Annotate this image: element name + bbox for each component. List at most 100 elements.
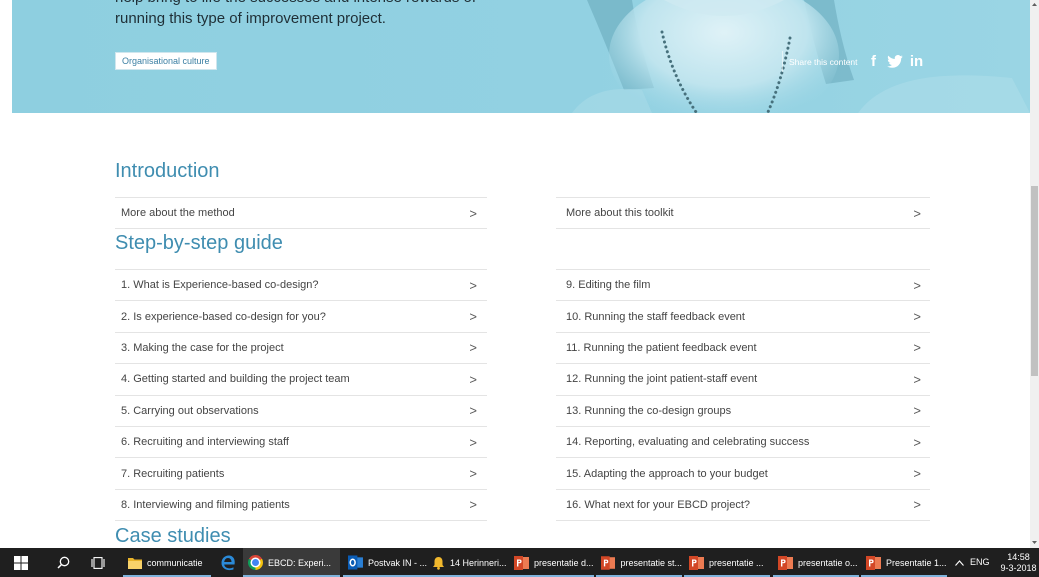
taskbar-item-powerpoint-4[interactable]: presentatie o... xyxy=(773,548,859,577)
hero-banner: help bring to life the successes and int… xyxy=(12,0,1030,113)
vertical-scrollbar[interactable] xyxy=(1030,0,1039,548)
chevron-up-icon xyxy=(954,559,964,566)
chevron-right-icon: > xyxy=(469,340,477,356)
intro-link-method[interactable]: More about the method > xyxy=(115,197,487,228)
link-label: 3. Making the case for the project xyxy=(121,341,284,354)
show-hidden-icons-button[interactable] xyxy=(952,548,966,577)
taskbar-item-file-explorer[interactable]: communicatie xyxy=(123,548,211,577)
powerpoint-icon xyxy=(778,555,793,570)
guide-link-8[interactable]: 8. Interviewing and filming patients > xyxy=(115,488,487,520)
taskbar-item-label: presentatie st... xyxy=(620,557,682,568)
guide-link-6[interactable]: 6. Recruiting and interviewing staff > xyxy=(115,425,487,457)
edge-icon xyxy=(221,555,235,571)
facebook-icon[interactable]: f xyxy=(868,53,880,71)
task-view-button[interactable] xyxy=(82,548,114,577)
link-label: 4. Getting started and building the proj… xyxy=(121,373,350,386)
hero-intro-text: help bring to life the successes and int… xyxy=(115,0,476,8)
tag-organisational-culture[interactable]: Organisational culture xyxy=(115,52,217,70)
guide-link-5[interactable]: 5. Carrying out observations > xyxy=(115,394,487,426)
scrollbar-thumb[interactable] xyxy=(1031,186,1038,376)
link-label: 8. Interviewing and filming patients xyxy=(121,498,290,511)
link-label: 5. Carrying out observations xyxy=(121,404,259,417)
input-language[interactable]: ENG xyxy=(970,548,990,577)
link-column-left: More about the method > xyxy=(115,197,487,229)
guide-link-13[interactable]: 13. Running the co-design groups > xyxy=(556,394,930,426)
chevron-right-icon: > xyxy=(469,497,477,513)
introduction-links: More about the method > More about this … xyxy=(115,197,930,229)
outlook-icon xyxy=(348,555,363,570)
section-title-case-studies: Case studies xyxy=(115,525,231,547)
chevron-right-icon: > xyxy=(913,371,921,387)
guide-link-7[interactable]: 7. Recruiting patients > xyxy=(115,457,487,488)
intro-link-toolkit[interactable]: More about this toolkit > xyxy=(556,197,930,228)
scroll-up-icon[interactable] xyxy=(1030,0,1039,9)
link-label: 10. Running the staff feedback event xyxy=(566,310,745,323)
chevron-right-icon: > xyxy=(913,277,921,293)
powerpoint-icon xyxy=(514,555,529,570)
chevron-right-icon: > xyxy=(913,309,921,325)
chevron-right-icon: > xyxy=(913,434,921,450)
scroll-down-icon[interactable] xyxy=(1030,538,1039,547)
browser-viewport: help bring to life the successes and int… xyxy=(0,0,1030,548)
guide-link-1[interactable]: 1. What is Experience-based co-design? > xyxy=(115,269,487,300)
guide-link-4[interactable]: 4. Getting started and building the proj… xyxy=(115,363,487,394)
link-label: 16. What next for your EBCD project? xyxy=(566,498,751,511)
guide-link-15[interactable]: 15. Adapting the approach to your budget… xyxy=(556,457,930,488)
linkedin-icon[interactable]: in xyxy=(907,53,927,71)
taskbar-item-powerpoint-3[interactable]: presentatie ... xyxy=(684,548,770,577)
clock-time: 14:58 xyxy=(1007,552,1030,562)
link-column-right: 9. Editing the film > 10. Running the sta… xyxy=(556,269,930,522)
taskbar-item-reminders[interactable]: 14 Herinneri... xyxy=(427,548,509,577)
link-label: More about this toolkit xyxy=(566,207,674,219)
guide-link-16[interactable]: 16. What next for your EBCD project? > xyxy=(556,488,930,520)
chevron-right-icon: > xyxy=(469,434,477,450)
taskbar-item-powerpoint-1[interactable]: presentatie d... xyxy=(509,548,594,577)
taskbar-item-edge[interactable] xyxy=(214,548,242,577)
guide-link-11[interactable]: 11. Running the patient feedback event > xyxy=(556,331,930,363)
link-label: 1. What is Experience-based co-design? xyxy=(121,279,319,292)
taskbar-item-powerpoint-5[interactable]: Presentatie 1... xyxy=(861,548,947,577)
taskbar-item-label: presentatie d... xyxy=(534,557,594,568)
clock-date: 9-3-2018 xyxy=(1000,563,1037,573)
taskbar-item-label: Presentatie 1... xyxy=(886,557,947,568)
chevron-right-icon: > xyxy=(469,371,477,387)
taskbar-item-label: presentatie o... xyxy=(798,557,858,568)
search-button[interactable] xyxy=(46,548,80,577)
link-label: 13. Running the co-design groups xyxy=(566,404,732,417)
twitter-icon[interactable] xyxy=(886,53,904,71)
chevron-right-icon: > xyxy=(913,403,921,419)
taskbar-item-powerpoint-2[interactable]: presentatie st... xyxy=(596,548,682,577)
chevron-right-icon: > xyxy=(913,466,921,482)
guide-links: 1. What is Experience-based co-design? > … xyxy=(115,269,930,522)
taskbar-item-outlook[interactable]: Postvak IN - ... xyxy=(343,548,427,577)
chrome-icon xyxy=(248,555,263,570)
link-label: 12. Running the joint patient-staff even… xyxy=(566,373,758,386)
task-view-icon xyxy=(91,556,105,569)
chevron-right-icon: > xyxy=(469,205,477,221)
taskbar-item-chrome[interactable]: EBCD: Experi... xyxy=(243,548,340,577)
guide-link-10[interactable]: 10. Running the staff feedback event > xyxy=(556,300,930,331)
taskbar-item-label: Postvak IN - ... xyxy=(367,557,427,568)
guide-link-12[interactable]: 12. Running the joint patient-staff even… xyxy=(556,363,930,394)
taskbar-item-label: EBCD: Experi... xyxy=(268,557,332,568)
guide-link-14[interactable]: 14. Reporting, evaluating and celebratin… xyxy=(556,425,930,457)
taskbar-item-label: 14 Herinneri... xyxy=(450,557,507,568)
link-label: More about the method xyxy=(121,207,235,219)
system-clock[interactable]: 14:58 9-3-2018 xyxy=(998,548,1039,577)
chevron-right-icon: > xyxy=(913,340,921,356)
powerpoint-icon xyxy=(866,555,881,570)
chevron-right-icon: > xyxy=(913,205,921,221)
start-button[interactable] xyxy=(0,548,42,577)
link-label: 14. Reporting, evaluating and celebratin… xyxy=(566,436,810,449)
link-label: 9. Editing the film xyxy=(566,279,651,292)
link-label: 11. Running the patient feedback event xyxy=(566,341,757,354)
guide-link-2[interactable]: 2. Is experience-based co-design for you… xyxy=(115,300,487,331)
link-column-left: 1. What is Experience-based co-design? > … xyxy=(115,269,487,522)
bell-icon xyxy=(433,556,444,570)
guide-link-3[interactable]: 3. Making the case for the project > xyxy=(115,331,487,363)
share-bar: Share this content f in xyxy=(782,51,932,72)
chevron-right-icon: > xyxy=(469,403,477,419)
section-title-introduction: Introduction xyxy=(115,160,220,182)
guide-link-9[interactable]: 9. Editing the film > xyxy=(556,269,930,300)
link-label: 6. Recruiting and interviewing staff xyxy=(121,436,289,449)
